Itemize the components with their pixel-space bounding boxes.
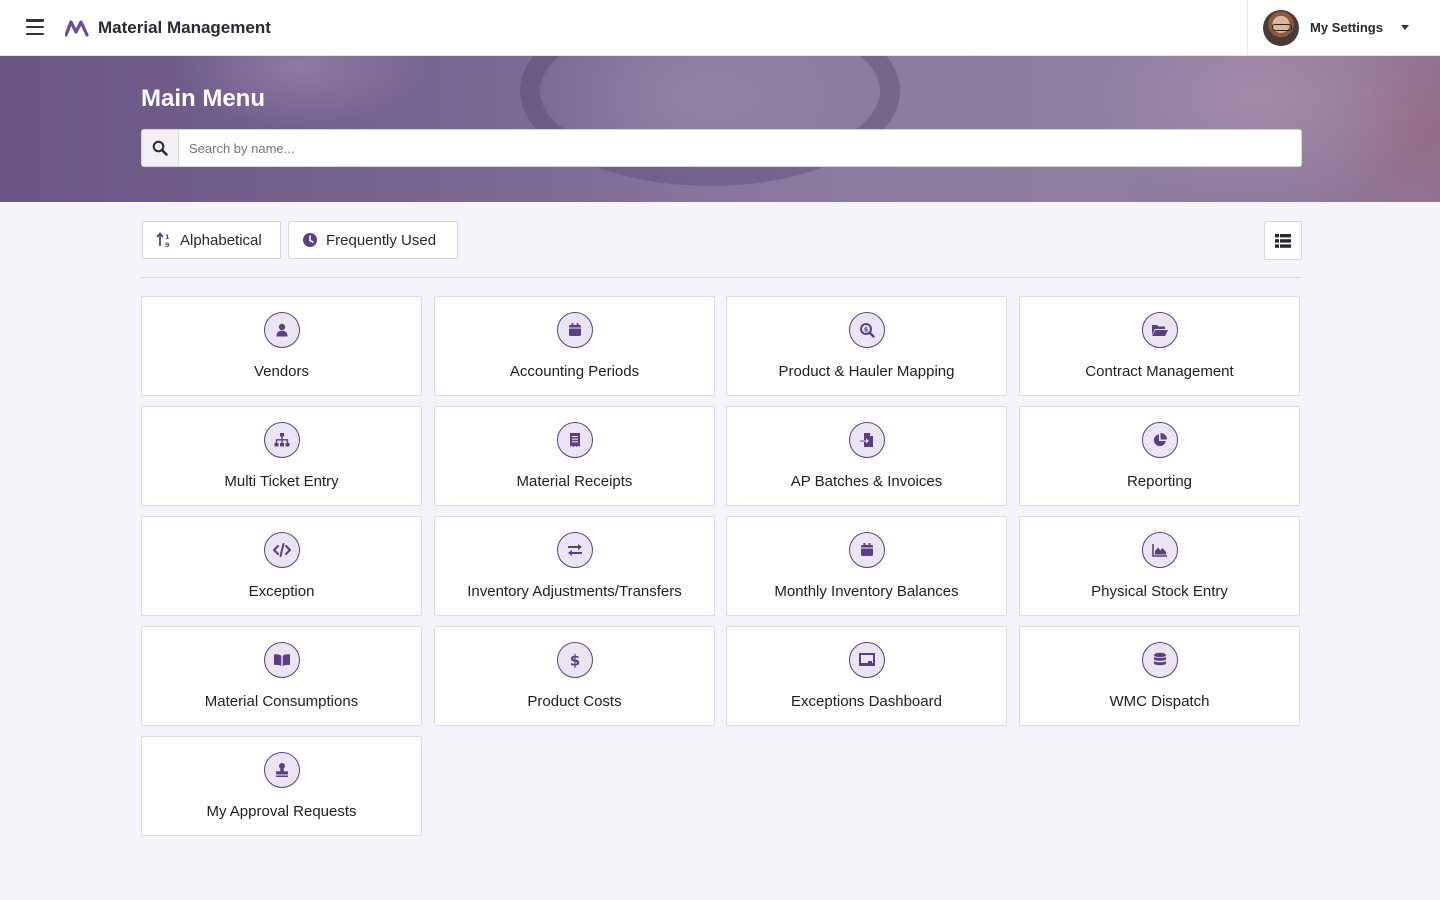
- tile-label: Product & Hauler Mapping: [778, 363, 955, 380]
- tile-label: My Approval Requests: [206, 803, 357, 820]
- search-input[interactable]: [179, 130, 1301, 166]
- tile-label: WMC Dispatch: [1109, 693, 1210, 710]
- tile-reporting[interactable]: Reporting: [1019, 406, 1300, 506]
- receipt-icon: [557, 422, 593, 458]
- chevron-down-icon[interactable]: [1401, 25, 1409, 30]
- folder-open-icon: [1142, 312, 1178, 348]
- tile-label: Monthly Inventory Balances: [774, 583, 959, 600]
- list-icon: [1275, 233, 1291, 248]
- tile-my-approval-requests[interactable]: My Approval Requests: [141, 736, 422, 836]
- tile-label: Physical Stock Entry: [1091, 583, 1228, 600]
- tile-label: Product Costs: [527, 693, 622, 710]
- tile-multi-ticket-entry[interactable]: Multi Ticket Entry: [141, 406, 422, 506]
- my-settings-label[interactable]: My Settings: [1310, 20, 1383, 35]
- tile-label: Material Consumptions: [204, 693, 359, 710]
- tile-exception[interactable]: Exception: [141, 516, 422, 616]
- tile-material-consumptions[interactable]: Material Consumptions: [141, 626, 422, 726]
- search-icon: [142, 130, 179, 166]
- tile-label: Contract Management: [1085, 363, 1234, 380]
- tile-wmc-dispatch[interactable]: WMC Dispatch: [1019, 626, 1300, 726]
- tile-label: Exceptions Dashboard: [791, 693, 942, 710]
- exchange-icon: [557, 532, 593, 568]
- tile-inventory-adjustments-transfers[interactable]: Inventory Adjustments/Transfers: [434, 516, 715, 616]
- tile-material-receipts[interactable]: Material Receipts: [434, 406, 715, 506]
- tile-contract-management[interactable]: Contract Management: [1019, 296, 1300, 396]
- svg-text:9: 9: [165, 241, 170, 248]
- hero-banner: Main Menu: [0, 56, 1440, 202]
- menu-icon[interactable]: [26, 19, 44, 35]
- app-title: Material Management: [98, 18, 271, 37]
- tile-product-costs[interactable]: $ Product Costs: [434, 626, 715, 726]
- svg-text:$: $: [864, 325, 869, 333]
- tile-label: Multi Ticket Entry: [224, 473, 339, 490]
- tile-label: AP Batches & Invoices: [790, 473, 943, 490]
- chalkboard-icon: [849, 642, 885, 678]
- user-icon: [264, 312, 300, 348]
- tile-physical-stock-entry[interactable]: Physical Stock Entry: [1019, 516, 1300, 616]
- tile-label: Exception: [248, 583, 315, 600]
- sitemap-icon: [264, 422, 300, 458]
- sort-alpha-icon: 1 9: [156, 232, 172, 248]
- code-icon: [264, 532, 300, 568]
- database-icon: [1142, 642, 1178, 678]
- file-import-icon: [849, 422, 885, 458]
- my-settings-menu[interactable]: My Settings: [1247, 0, 1440, 56]
- top-bar: Material Management My Settings: [0, 0, 1440, 56]
- tile-exceptions-dashboard[interactable]: Exceptions Dashboard: [726, 626, 1007, 726]
- calendar-icon: [557, 312, 593, 348]
- dollar-icon: $: [557, 642, 593, 678]
- tile-label: Inventory Adjustments/Transfers: [467, 583, 682, 600]
- tile-ap-batches-invoices[interactable]: AP Batches & Invoices: [726, 406, 1007, 506]
- svg-text:1: 1: [165, 233, 170, 241]
- svg-text:$: $: [570, 652, 580, 670]
- area-chart-icon: [1142, 532, 1178, 568]
- clock-icon: [302, 232, 318, 248]
- sort-frequently-used-button[interactable]: Frequently Used: [288, 221, 458, 259]
- tile-monthly-inventory-balances[interactable]: Monthly Inventory Balances: [726, 516, 1007, 616]
- pie-chart-icon: [1142, 422, 1178, 458]
- list-view-button[interactable]: [1264, 221, 1302, 260]
- sort-frequently-used-label: Frequently Used: [326, 231, 437, 249]
- search-dollar-icon: $: [849, 312, 885, 348]
- tile-label: Accounting Periods: [509, 363, 640, 380]
- avatar[interactable]: [1263, 10, 1299, 46]
- sort-alphabetical-label: Alphabetical: [180, 231, 262, 249]
- app-logo: [65, 20, 89, 37]
- stamp-icon: [264, 752, 300, 788]
- tile-accounting-periods[interactable]: Accounting Periods: [434, 296, 715, 396]
- tile-label: Reporting: [1126, 473, 1193, 490]
- tile-label: Material Receipts: [516, 473, 633, 490]
- page-title: Main Menu: [141, 85, 265, 112]
- search-bar: [141, 129, 1302, 167]
- book-open-icon: [264, 642, 300, 678]
- tile-vendors[interactable]: Vendors: [141, 296, 422, 396]
- calendar-icon: [849, 532, 885, 568]
- divider: [141, 277, 1302, 278]
- tile-product-hauler-mapping[interactable]: $ Product & Hauler Mapping: [726, 296, 1007, 396]
- sort-alphabetical-button[interactable]: 1 9 Alphabetical: [142, 221, 281, 259]
- tile-label: Vendors: [253, 363, 310, 380]
